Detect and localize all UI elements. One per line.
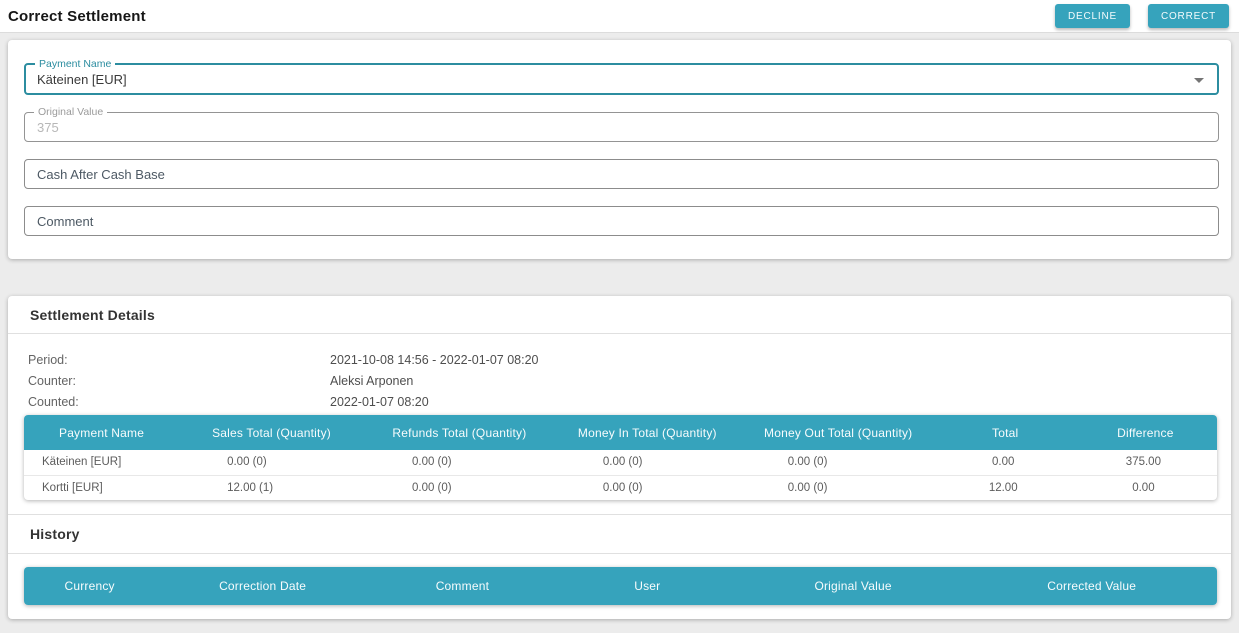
correction-form-card: Payment Name Käteinen [EUR] Original Val… xyxy=(8,40,1231,259)
cash-after-cash-base-field xyxy=(24,159,1219,189)
column-header: Money Out Total (Quantity) xyxy=(740,415,937,450)
table-cell: 0.00 (0) xyxy=(555,450,740,475)
column-header: Payment Name xyxy=(24,415,179,450)
settlement-details-list: Period: 2021-10-08 14:56 - 2022-01-07 08… xyxy=(8,334,1231,413)
column-header: Corrected Value xyxy=(966,567,1217,605)
comment-input[interactable] xyxy=(25,207,1218,235)
detail-value: 2022-01-07 08:20 xyxy=(330,392,429,413)
payment-name-select[interactable]: Payment Name Käteinen [EUR] xyxy=(24,63,1219,95)
table-cell: 0.00 (0) xyxy=(555,475,740,500)
column-header: Currency xyxy=(24,567,155,605)
table-cell: 0.00 xyxy=(1074,475,1217,500)
column-header: Money In Total (Quantity) xyxy=(555,415,740,450)
column-header: Total xyxy=(937,415,1074,450)
page-title: Correct Settlement xyxy=(8,8,146,25)
table-cell: 12.00 (1) xyxy=(179,475,364,500)
table-cell: 12.00 xyxy=(937,475,1074,500)
cash-after-cash-base-input[interactable] xyxy=(25,160,1218,188)
detail-row: Period: 2021-10-08 14:56 - 2022-01-07 08… xyxy=(28,350,1231,371)
column-header: Difference xyxy=(1074,415,1217,450)
history-title: History xyxy=(30,526,80,542)
table-header-row: CurrencyCorrection DateCommentUserOrigin… xyxy=(24,567,1217,605)
detail-label: Period: xyxy=(28,350,330,371)
table-cell: 375.00 xyxy=(1074,450,1217,475)
history-table-panel: CurrencyCorrection DateCommentUserOrigin… xyxy=(24,567,1217,605)
column-header: Refunds Total (Quantity) xyxy=(364,415,555,450)
table-header-row: Payment NameSales Total (Quantity)Refund… xyxy=(24,415,1217,450)
settlement-details-header: Settlement Details xyxy=(8,296,1231,334)
column-header: Comment xyxy=(370,567,555,605)
payment-name-value: Käteinen [EUR] xyxy=(26,72,127,87)
table-row: Kortti [EUR]12.00 (1)0.00 (0)0.00 (0)0.0… xyxy=(24,475,1217,500)
header-actions: DECLINE CORRECT xyxy=(1055,4,1229,28)
table-cell: 0.00 (0) xyxy=(740,450,937,475)
table-cell: 0.00 (0) xyxy=(740,475,937,500)
detail-row: Counter: Aleksi Arponen xyxy=(28,371,1231,392)
detail-row: Counted: 2022-01-07 08:20 xyxy=(28,392,1231,413)
table-cell: Kortti [EUR] xyxy=(24,475,179,500)
table-cell: 0.00 xyxy=(937,450,1074,475)
column-header: Sales Total (Quantity) xyxy=(179,415,364,450)
detail-value: Aleksi Arponen xyxy=(330,371,413,392)
column-header: Original Value xyxy=(740,567,967,605)
original-value-field: Original Value xyxy=(24,112,1219,142)
settlement-details-card: Settlement Details Period: 2021-10-08 14… xyxy=(8,296,1231,619)
settlement-details-title: Settlement Details xyxy=(30,307,155,323)
correct-button[interactable]: CORRECT xyxy=(1148,4,1229,28)
decline-button[interactable]: DECLINE xyxy=(1055,4,1130,28)
payment-name-label: Payment Name xyxy=(35,58,115,70)
detail-value: 2021-10-08 14:56 - 2022-01-07 08:20 xyxy=(330,350,539,371)
column-header: User xyxy=(555,567,740,605)
page-header: Correct Settlement DECLINE CORRECT xyxy=(0,0,1239,33)
table-cell: 0.00 (0) xyxy=(364,450,555,475)
history-header: History xyxy=(8,515,1231,554)
original-value-label: Original Value xyxy=(34,106,107,118)
table-row: Käteinen [EUR]0.00 (0)0.00 (0)0.00 (0)0.… xyxy=(24,450,1217,475)
settlement-table-panel: Payment NameSales Total (Quantity)Refund… xyxy=(24,415,1217,500)
table-cell: 0.00 (0) xyxy=(179,450,364,475)
comment-field xyxy=(24,206,1219,236)
history-table: CurrencyCorrection DateCommentUserOrigin… xyxy=(24,567,1217,605)
original-value-input xyxy=(25,113,1218,141)
chevron-down-icon xyxy=(1194,78,1204,83)
detail-label: Counter: xyxy=(28,371,330,392)
table-cell: Käteinen [EUR] xyxy=(24,450,179,475)
table-cell: 0.00 (0) xyxy=(364,475,555,500)
settlement-table: Payment NameSales Total (Quantity)Refund… xyxy=(24,415,1217,500)
detail-label: Counted: xyxy=(28,392,330,413)
column-header: Correction Date xyxy=(155,567,370,605)
